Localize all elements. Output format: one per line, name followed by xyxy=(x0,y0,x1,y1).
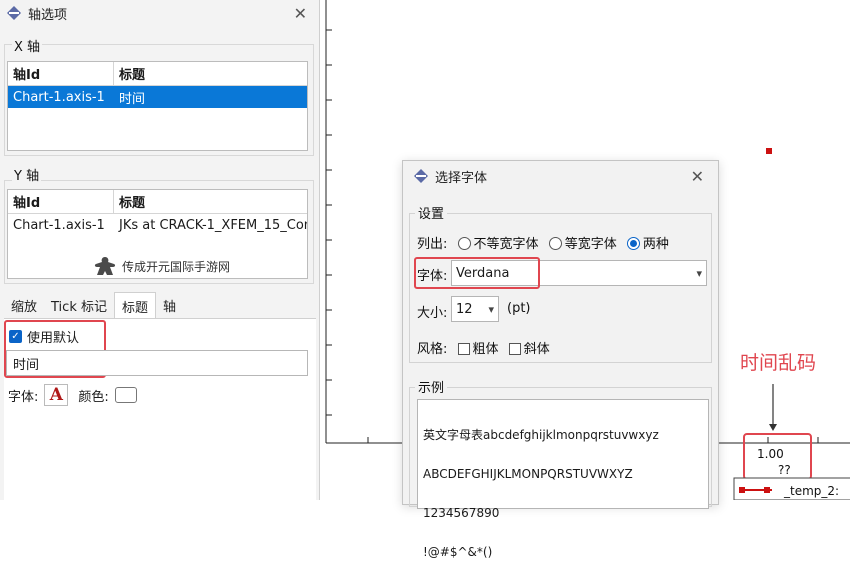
tab-axis[interactable]: 轴 xyxy=(156,292,183,318)
watermark: 传成开元国际手游网 xyxy=(94,256,230,276)
color-label: 颜色: xyxy=(78,389,109,405)
y-row-title: JKs at CRACK-1_XFEM_15_Con xyxy=(119,217,307,233)
radio-icon xyxy=(457,237,471,250)
watermark-text: 传成开元国际手游网 xyxy=(122,259,231,274)
chevron-down-icon: ▾ xyxy=(488,302,494,316)
checkbox-icon xyxy=(457,343,470,355)
list-row: 列出: 不等宽字体 等宽字体 两种 xyxy=(417,233,669,252)
radio-both-label: 两种 xyxy=(642,237,669,252)
axis-tabs: 缩放 Tick 标记 标题 轴 xyxy=(4,292,183,318)
font-color-row: 字体: A 颜色: xyxy=(8,384,137,406)
color-swatch[interactable] xyxy=(114,387,137,403)
app-icon xyxy=(7,6,21,20)
x-row-title: 时间 xyxy=(119,91,146,107)
annotation-arrowhead xyxy=(769,424,777,431)
select-font-dialog: 选择字体 ✕ 设置 列出: 不等宽字体 等宽字体 两种 字体: Verdana … xyxy=(402,160,719,559)
radio-proportional-label: 不等宽字体 xyxy=(473,237,539,252)
tab-tick-marks[interactable]: Tick 标记 xyxy=(44,292,114,318)
meeple-icon xyxy=(94,257,116,275)
sample-text-box: 英文字母表abcdefghijklmonpqrstuvwxyz ABCDEFGH… xyxy=(417,399,709,559)
title-text-field[interactable]: 时间 xyxy=(6,350,308,376)
axis-panel-title: 轴选项 xyxy=(28,7,68,23)
style-label: 风格: xyxy=(417,342,448,357)
radio-monospace-label: 等宽字体 xyxy=(564,237,617,252)
size-combo[interactable]: 12 ▾ xyxy=(451,296,499,322)
radio-proportional[interactable]: 不等宽字体 xyxy=(457,237,539,252)
highlight-box-font xyxy=(414,257,540,289)
app-icon xyxy=(414,169,428,183)
settings-group-label: 设置 xyxy=(415,203,448,222)
close-icon[interactable]: ✕ xyxy=(691,167,704,186)
annotation-text: 时间乱码 xyxy=(740,352,816,374)
radio-icon xyxy=(548,237,562,250)
sample-line: ABCDEFGHIJKLMONPQRSTUVWXYZ xyxy=(423,467,633,481)
y-table-header: 轴Id 标题 xyxy=(8,190,307,214)
radio-selected-icon xyxy=(626,237,640,250)
bold-checkbox[interactable]: 粗体 xyxy=(457,342,499,357)
font-label: 字体: xyxy=(8,389,39,405)
tab-scale[interactable]: 缩放 xyxy=(4,292,44,318)
col-title: 标题 xyxy=(119,196,146,211)
legend-marker-2 xyxy=(764,487,770,493)
x-tick-label: 1.00 xyxy=(757,447,784,461)
axis-panel-titlebar: 轴选项 ✕ xyxy=(0,0,319,26)
y-table-row[interactable]: Chart-1.axis-1 JKs at CRACK-1_XFEM_15_Co… xyxy=(8,214,307,236)
x-table-row[interactable]: Chart-1.axis-1 时间 xyxy=(8,86,307,108)
chevron-down-icon: ▾ xyxy=(696,266,702,280)
y-row-id: Chart-1.axis-1 xyxy=(13,217,105,233)
font-dialog-titlebar: 选择字体 ✕ xyxy=(403,161,718,191)
y-ticks xyxy=(326,29,332,416)
italic-label: 斜体 xyxy=(523,342,550,357)
font-picker-button[interactable]: A xyxy=(44,384,69,406)
title-text-value: 时间 xyxy=(13,357,40,373)
font-dialog-title: 选择字体 xyxy=(435,170,488,186)
bold-label: 粗体 xyxy=(472,342,499,357)
sample-line: 1234567890 xyxy=(423,506,500,520)
legend-marker xyxy=(739,487,745,493)
list-label: 列出: xyxy=(417,237,448,252)
x-axis-table: 轴Id 标题 Chart-1.axis-1 时间 xyxy=(7,61,308,151)
sample-group-label: 示例 xyxy=(415,377,448,396)
x-table-header: 轴Id 标题 xyxy=(8,62,307,86)
size-label: 大小: xyxy=(417,306,448,321)
sample-line: 英文字母表abcdefghijklmonpqrstuvwxyz xyxy=(423,428,659,442)
close-icon[interactable]: ✕ xyxy=(294,4,307,23)
data-point xyxy=(766,148,772,154)
col-axis-id: 轴Id xyxy=(8,62,114,85)
italic-checkbox[interactable]: 斜体 xyxy=(508,342,550,357)
axis-options-panel: 轴选项 ✕ X 轴 轴Id 标题 Chart-1.axis-1 时间 Y 轴 轴… xyxy=(0,0,320,500)
size-unit: (pt) xyxy=(507,301,531,316)
x-axis-title-garbled: ?? xyxy=(778,463,791,477)
checkbox-icon xyxy=(508,343,521,355)
y-axis-group-label: Y 轴 xyxy=(12,165,42,184)
col-title: 标题 xyxy=(119,68,146,83)
size-value: 12 xyxy=(456,301,473,317)
y-axis-table: 轴Id 标题 Chart-1.axis-1 JKs at CRACK-1_XFE… xyxy=(7,189,308,279)
tab-title[interactable]: 标题 xyxy=(113,292,156,318)
legend-label: _temp_2: xyxy=(783,484,839,498)
radio-monospace[interactable]: 等宽字体 xyxy=(548,237,617,252)
x-row-id: Chart-1.axis-1 xyxy=(13,89,105,105)
col-axis-id: 轴Id xyxy=(8,190,114,213)
sample-line: !@#$^&*() xyxy=(423,545,493,559)
radio-both[interactable]: 两种 xyxy=(626,237,669,252)
style-row: 风格: 粗体 斜体 xyxy=(417,338,550,357)
x-axis-group-label: X 轴 xyxy=(12,36,43,55)
